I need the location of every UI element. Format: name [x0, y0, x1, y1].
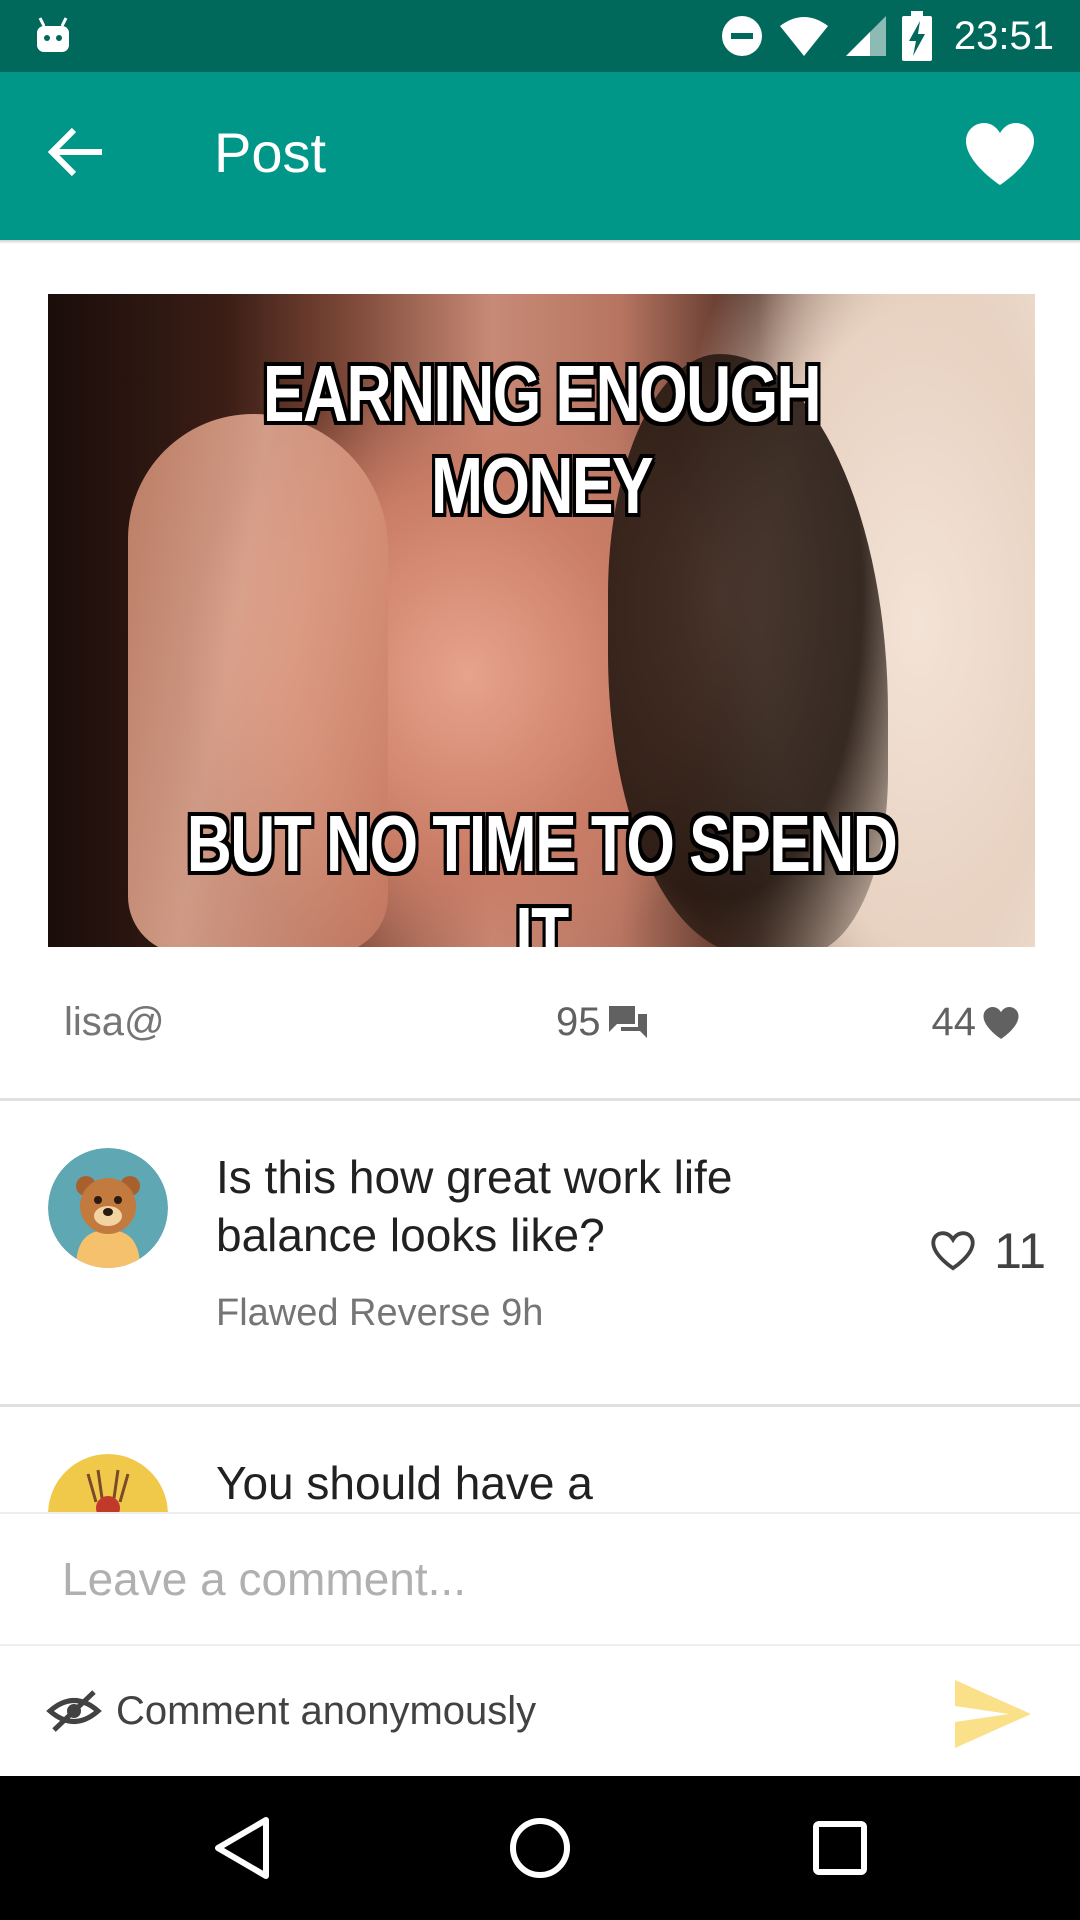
post-author[interactable]: lisa@: [64, 1000, 165, 1045]
nav-back-button[interactable]: [200, 1806, 284, 1890]
spider-avatar-icon: [48, 1454, 168, 1512]
comment-like-count: 11: [994, 1223, 1046, 1279]
comment-count-value: 95: [556, 1000, 601, 1044]
comment-meta: Flawed Reverse 9h: [216, 1292, 543, 1335]
comment-age: 9h: [501, 1292, 544, 1334]
comment-composer: Comment anonymously: [0, 1512, 1080, 1776]
favorite-button[interactable]: [960, 114, 1040, 194]
arrow-back-icon: [47, 127, 102, 177]
heart-icon: [966, 123, 1034, 185]
comment-author[interactable]: Flawed Reverse: [216, 1292, 491, 1334]
status-time: 23:51: [953, 13, 1054, 58]
comment-text: Is this how great work life balance look…: [216, 1151, 733, 1261]
meme-top-text: EARNING ENOUGH MONEY: [262, 349, 822, 530]
wifi-icon: [779, 17, 828, 56]
do-not-disturb-icon: [721, 16, 762, 56]
eye-off-icon: [46, 1690, 102, 1732]
recents-square-icon: [813, 1821, 867, 1875]
like-count-value: 44: [931, 1000, 977, 1044]
comment-item[interactable]: You should have a: [0, 1406, 1080, 1512]
avatar[interactable]: [48, 1148, 168, 1268]
like-count[interactable]: 44: [932, 1000, 1021, 1045]
page-title: Post: [214, 121, 327, 184]
heart-outline-icon: [931, 1231, 975, 1271]
comment-like-button[interactable]: 11: [930, 1222, 1046, 1280]
post-stats-row: lisa@ 95 44: [0, 990, 1080, 1050]
back-triangle-icon: [215, 1817, 269, 1879]
nav-recents-button[interactable]: [798, 1806, 882, 1890]
battery-charging-icon: [901, 11, 932, 61]
comment-count: 95: [556, 1000, 647, 1045]
app-bar: Post: [0, 72, 1080, 240]
status-icons: 23:51: [720, 0, 1054, 72]
comment-item[interactable]: Is this how great work life balance look…: [0, 1100, 1080, 1404]
avatar[interactable]: [48, 1454, 168, 1512]
back-button[interactable]: [40, 116, 112, 188]
comment-text: You should have a: [216, 1457, 593, 1509]
app-bar-shadow: [0, 240, 1080, 244]
cell-signal-icon: [845, 16, 886, 56]
home-circle-icon: [510, 1818, 570, 1878]
anonymous-toggle[interactable]: Comment anonymously: [0, 1646, 900, 1776]
comments-icon: [608, 1005, 647, 1038]
system-nav-bar: [0, 1776, 1080, 1920]
nav-home-button[interactable]: [498, 1806, 582, 1890]
anonymous-label: Comment anonymously: [116, 1688, 537, 1733]
android-icon: [37, 17, 69, 52]
send-icon: [955, 1680, 1031, 1748]
status-bar: 23:51: [0, 0, 1080, 72]
heart-icon: [983, 1006, 1019, 1039]
meme-bottom-text: BUT NO TIME TO SPEND IT: [186, 799, 898, 947]
post-image[interactable]: EARNING ENOUGH MONEY BUT NO TIME TO SPEN…: [48, 294, 1035, 947]
bear-avatar-icon: [48, 1148, 168, 1268]
send-button[interactable]: [950, 1674, 1036, 1754]
comment-input[interactable]: [0, 1514, 1080, 1644]
